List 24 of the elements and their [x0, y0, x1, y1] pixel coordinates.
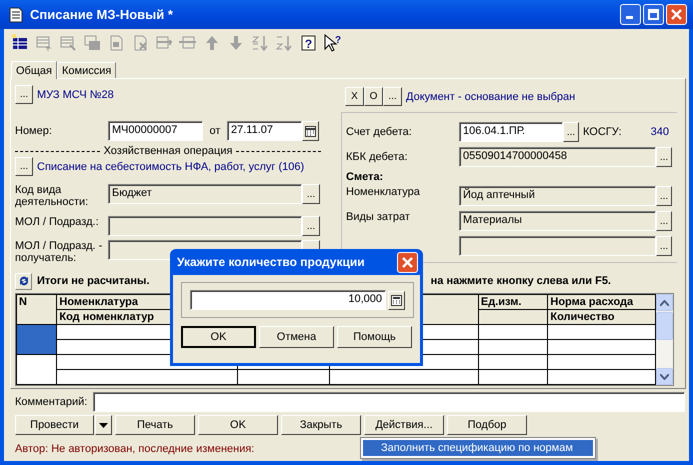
field-label: Номер: [15, 125, 53, 137]
field-label: Код вида деятельности: [15, 184, 90, 208]
field-label: от [208, 125, 222, 137]
field-label: Номенклатура [346, 186, 421, 198]
section-title: Смета: [346, 171, 384, 185]
field-label: МОЛ / Подразд.: [15, 216, 100, 228]
window-title: Списание МЗ-Новый * [30, 7, 174, 22]
dialog-title: Укажите количество продукции [177, 255, 365, 269]
totals-note: Итоги не расчитаны. [37, 275, 150, 287]
totals-note: на нажмите кнопку слева или F5. [430, 275, 611, 287]
column-header: N [18, 295, 28, 310]
section-caption: Хозяйственная операция [104, 145, 232, 157]
field-label: МОЛ / Подразд. - получатель: [15, 240, 104, 264]
column-header: Номенклатура [58, 295, 140, 309]
field-label: Счет дебета: [346, 126, 413, 138]
column-header: Норма расхода [549, 295, 634, 309]
field-label: КОСГУ: [583, 126, 622, 138]
field-label: Комментарий: [15, 396, 88, 408]
column-header: Количество [548, 309, 655, 324]
field-label: КБК дебета: [346, 151, 409, 163]
column-header: Ед.изм. [480, 295, 522, 309]
kosgu-value: 340 [650, 126, 669, 138]
field-label: Виды затрат [346, 211, 411, 223]
author-status: Автор: Не авторизован, последние изменения: [15, 443, 254, 455]
